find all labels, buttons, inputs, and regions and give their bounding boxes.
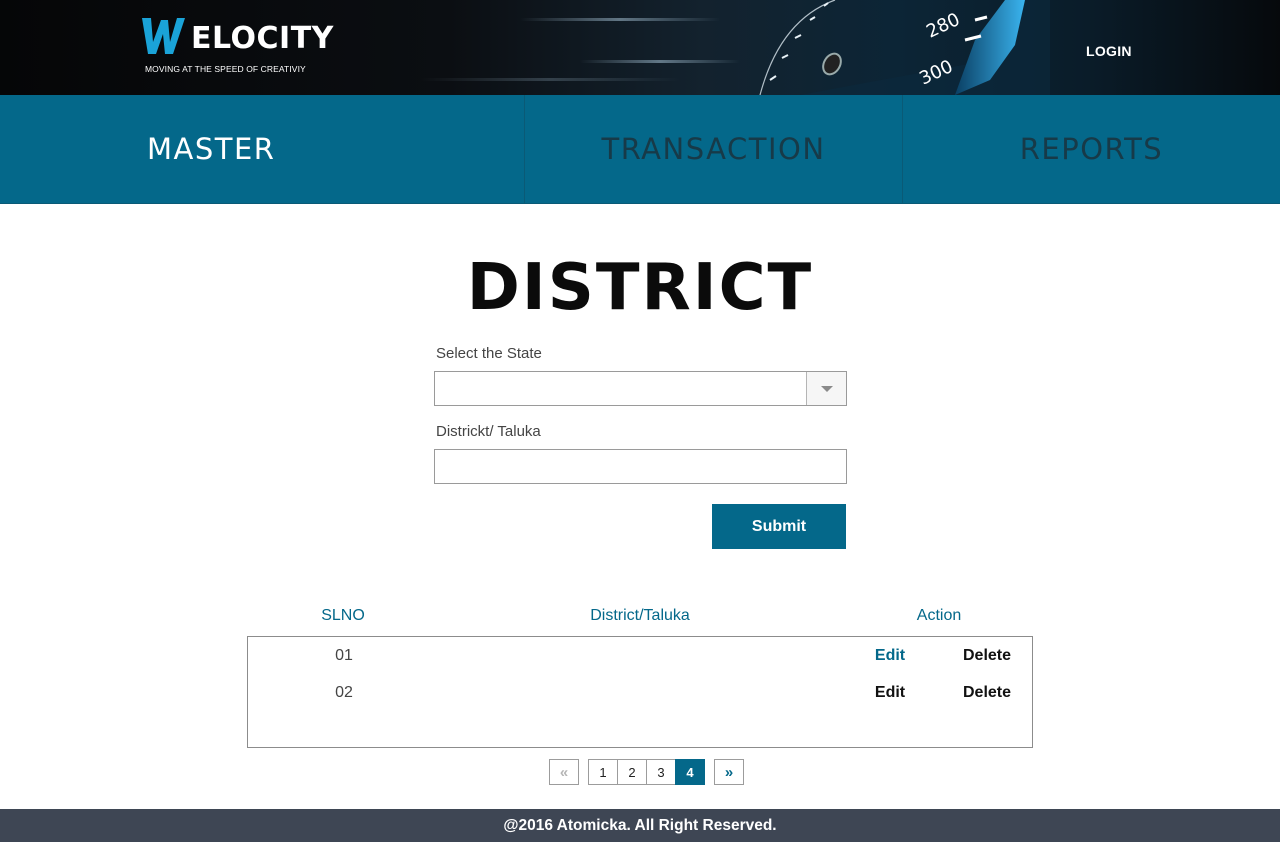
row-slno: 02 xyxy=(335,684,353,701)
page-button-3[interactable]: 3 xyxy=(646,759,676,785)
page-button-4[interactable]: 4 xyxy=(675,759,705,785)
login-link[interactable]: LOGIN xyxy=(1086,43,1132,59)
main-nav: MASTER TRANSACTION REPORTS xyxy=(0,95,1280,204)
first-page-button[interactable]: « xyxy=(549,759,579,785)
speedometer-graphic: 280 300 xyxy=(759,0,1050,95)
page-button-2[interactable]: 2 xyxy=(617,759,647,785)
copyright-text: @2016 Atomicka. All Right Reserved. xyxy=(503,816,777,834)
delete-button[interactable]: Delete xyxy=(963,647,1011,665)
tab-master[interactable]: MASTER xyxy=(0,95,525,204)
site-header: ELOCITY MOVING AT THE SPEED OF CREATIVIY… xyxy=(0,0,1280,95)
page-button-1[interactable]: 1 xyxy=(588,759,618,785)
state-select[interactable] xyxy=(434,371,847,406)
district-label: Districkt/ Taluka xyxy=(436,423,541,440)
column-header-action: Action xyxy=(916,607,962,624)
last-page-button[interactable]: » xyxy=(714,759,744,785)
edit-button[interactable]: Edit xyxy=(875,684,905,702)
site-footer: @2016 Atomicka. All Right Reserved. xyxy=(0,809,1280,842)
speed-label-280: 280 xyxy=(923,9,963,43)
state-label: Select the State xyxy=(436,345,542,362)
logo-tagline: MOVING AT THE SPEED OF CREATIVIY xyxy=(145,64,306,74)
district-input[interactable] xyxy=(434,449,847,484)
tab-transaction[interactable]: TRANSACTION xyxy=(525,95,903,204)
edit-button[interactable]: Edit xyxy=(875,647,905,665)
motion-streak xyxy=(420,78,680,81)
column-header-district: District/Taluka xyxy=(590,607,690,624)
table-row: 01 Edit Delete xyxy=(248,647,1032,677)
column-header-slno: SLNO xyxy=(321,607,365,624)
caret-down-icon xyxy=(821,386,833,392)
pagination: « 1 2 3 4 » xyxy=(0,759,1280,785)
w-logo-icon xyxy=(142,18,185,54)
table-row: 02 Edit Delete xyxy=(248,684,1032,714)
page-title: DISTRICT xyxy=(466,251,814,325)
motion-streak xyxy=(580,60,740,63)
state-select-toggle[interactable] xyxy=(806,372,846,405)
motion-streak xyxy=(520,18,720,21)
brand-logo[interactable]: ELOCITY MOVING AT THE SPEED OF CREATIVIY xyxy=(139,14,333,78)
logo-wordmark: ELOCITY xyxy=(191,21,334,56)
submit-button[interactable]: Submit xyxy=(712,504,846,549)
delete-button[interactable]: Delete xyxy=(963,684,1011,702)
tab-reports[interactable]: REPORTS xyxy=(903,95,1280,204)
district-table: 01 Edit Delete 02 Edit Delete xyxy=(247,636,1033,748)
row-slno: 01 xyxy=(335,647,353,664)
